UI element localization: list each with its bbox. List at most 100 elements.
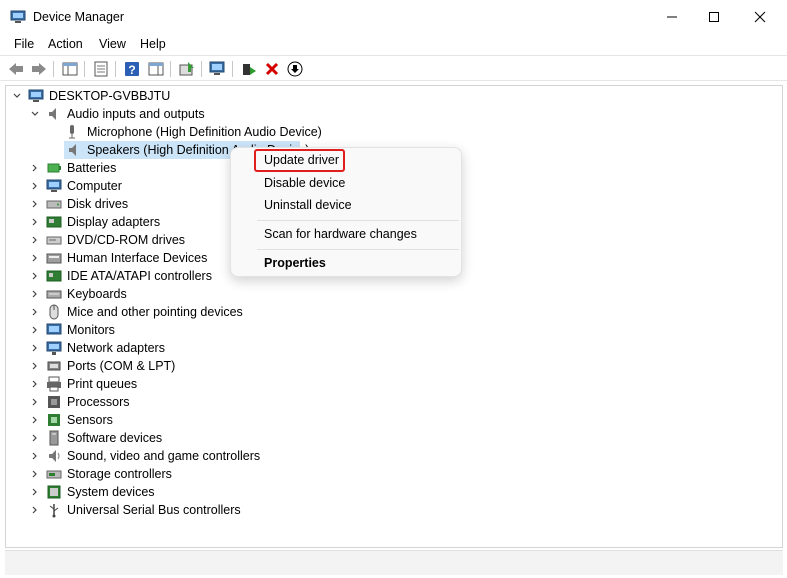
network-adapter-icon (46, 341, 62, 355)
chevron-right-icon[interactable] (30, 393, 40, 411)
menu-action[interactable]: Action (48, 37, 83, 51)
tree-root[interactable]: DESKTOP-GVBBJTU (10, 87, 310, 105)
forward-arrow-icon (32, 63, 46, 75)
menu-item-scan-hardware[interactable]: Scan for hardware changes (264, 227, 417, 241)
window-title: Device Manager (33, 10, 125, 24)
back-button[interactable] (6, 59, 26, 79)
chevron-right-icon[interactable] (30, 375, 40, 393)
tree-category-print-queues[interactable]: Print queues (28, 375, 328, 393)
tree-category-label: Batteries (67, 161, 117, 175)
tree-category-label: Sensors (67, 413, 113, 427)
chevron-right-icon[interactable] (30, 501, 40, 519)
usb-icon (49, 504, 59, 518)
enable-device-button[interactable] (239, 59, 259, 79)
tree-category-label: Monitors (67, 323, 115, 337)
chevron-right-icon[interactable] (30, 231, 40, 249)
properties-button[interactable] (91, 59, 111, 79)
menu-view[interactable]: View (99, 37, 126, 51)
sensor-icon (48, 414, 60, 426)
computer-icon (46, 179, 62, 192)
chevron-down-icon[interactable] (30, 105, 40, 123)
disable-device-icon (287, 61, 303, 77)
chevron-right-icon[interactable] (30, 213, 40, 231)
uninstall-device-button[interactable] (262, 59, 282, 79)
update-driver-button[interactable] (177, 59, 197, 79)
tree-category-audio[interactable]: Audio inputs and outputs (28, 105, 328, 123)
menu-item-disable-device[interactable]: Disable device (264, 176, 345, 190)
device-manager-icon (10, 10, 26, 23)
menu-file[interactable]: File (14, 37, 34, 51)
tree-category-label: Processors (67, 395, 130, 409)
tree-category-storage-controllers[interactable]: Storage controllers (28, 465, 328, 483)
ide-controller-icon (46, 270, 62, 282)
tree-category-ports[interactable]: Ports (COM & LPT) (28, 357, 328, 375)
back-arrow-icon (9, 63, 23, 75)
tree-category-keyboards[interactable]: Keyboards (28, 285, 328, 303)
tree-category-label: System devices (67, 485, 155, 499)
storage-controller-icon (46, 470, 62, 479)
chevron-right-icon[interactable] (30, 177, 40, 195)
close-button[interactable] (737, 0, 783, 34)
minimize-button[interactable] (649, 0, 695, 34)
chevron-right-icon[interactable] (30, 159, 40, 177)
chevron-right-icon[interactable] (30, 249, 40, 267)
tree-category-label: Print queues (67, 377, 138, 391)
console-tree-button[interactable] (60, 59, 80, 79)
chevron-right-icon[interactable] (30, 267, 40, 285)
tree-category-software-devices[interactable]: Software devices (28, 429, 328, 447)
action-pane-button[interactable] (146, 59, 166, 79)
menu-item-properties[interactable]: Properties (264, 256, 326, 270)
software-device-icon (49, 430, 59, 446)
chevron-right-icon[interactable] (30, 483, 40, 501)
chevron-right-icon[interactable] (30, 321, 40, 339)
scan-hardware-button[interactable] (208, 59, 228, 79)
title-bar: Device Manager (0, 0, 787, 34)
tree-category-system-devices[interactable]: System devices (28, 483, 328, 501)
chevron-right-icon[interactable] (30, 285, 40, 303)
tree-category-label: Audio inputs and outputs (67, 107, 205, 121)
chevron-right-icon[interactable] (30, 411, 40, 429)
forward-button[interactable] (29, 59, 49, 79)
speaker-icon (69, 144, 76, 156)
tree-category-label: Mice and other pointing devices (67, 305, 243, 319)
maximize-icon (709, 12, 719, 22)
chevron-right-icon[interactable] (30, 339, 40, 357)
printer-icon (47, 376, 61, 392)
menu-item-uninstall-device[interactable]: Uninstall device (264, 198, 352, 212)
chevron-right-icon[interactable] (30, 357, 40, 375)
chevron-right-icon[interactable] (30, 465, 40, 483)
menu-bar: File Action View Help (0, 34, 787, 54)
hid-icon (46, 253, 62, 264)
enable-device-icon (243, 64, 256, 75)
tree-category-label: IDE ATA/ATAPI controllers (67, 269, 212, 283)
scan-hardware-icon (209, 61, 225, 75)
tree-category-sound-video-game-controllers[interactable]: Sound, video and game controllers (28, 447, 328, 465)
action-pane-icon (148, 62, 164, 76)
chevron-right-icon[interactable] (30, 195, 40, 213)
chevron-right-icon[interactable] (30, 447, 40, 465)
update-driver-icon (179, 62, 194, 76)
menu-help[interactable]: Help (140, 37, 166, 51)
chevron-right-icon[interactable] (30, 429, 40, 447)
disk-drive-icon (46, 200, 62, 209)
tree-category-monitors[interactable]: Monitors (28, 321, 328, 339)
uninstall-device-icon (265, 62, 279, 76)
tree-category-network-adapters[interactable]: Network adapters (28, 339, 328, 357)
maximize-button[interactable] (691, 0, 737, 34)
monitor-icon (46, 323, 62, 335)
properties-icon (94, 61, 108, 77)
chevron-down-icon[interactable] (12, 87, 22, 105)
disable-device-button[interactable] (285, 59, 305, 79)
chevron-right-icon[interactable] (30, 303, 40, 321)
battery-icon (47, 163, 61, 173)
minimize-icon (667, 16, 677, 18)
tree-category-sensors[interactable]: Sensors (28, 411, 328, 429)
tree-category-label: Display adapters (67, 215, 161, 229)
tree-category-usb-controllers[interactable]: Universal Serial Bus controllers (28, 501, 328, 519)
tree-category-processors[interactable]: Processors (28, 393, 328, 411)
tree-category-mice[interactable]: Mice and other pointing devices (28, 303, 328, 321)
tree-device-microphone[interactable]: Microphone (High Definition Audio Device… (64, 123, 344, 141)
menu-separator (257, 249, 459, 250)
tree-category-label: Ports (COM & LPT) (67, 359, 176, 373)
help-button[interactable]: ? (122, 59, 142, 79)
